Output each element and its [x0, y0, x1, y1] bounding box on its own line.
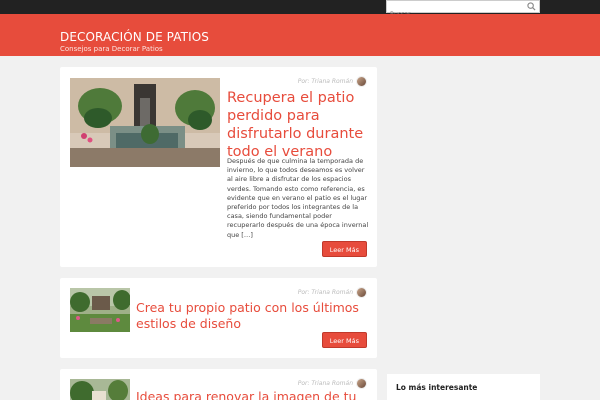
site-header: DECORACIÓN DE PATIOS Consejos para Decor… [0, 14, 600, 56]
read-more-button[interactable]: Leer Más [321, 332, 367, 348]
site-title[interactable]: DECORACIÓN DE PATIOS [60, 30, 209, 44]
post-title[interactable]: Ideas para renovar la imagen de tu [136, 389, 366, 400]
post-thumbnail[interactable] [70, 379, 130, 400]
post-meta: Por: Triana Román [298, 76, 367, 87]
author-avatar [356, 287, 367, 298]
post-meta: Por: Triana Román [298, 378, 367, 389]
post-card: Por: Triana Román Ideas para renovar la … [60, 369, 377, 400]
post-card: Por: Triana Román Crea tu propio patio c… [60, 278, 377, 358]
read-more-button[interactable]: Leer Más [321, 241, 367, 257]
post-title[interactable]: Recupera el patio perdido para disfrutar… [227, 89, 369, 161]
site-tagline: Consejos para Decorar Patios [60, 45, 163, 53]
author-avatar [356, 378, 367, 389]
post-meta: Por: Triana Román [298, 287, 367, 298]
sidebar-widget: Lo más interesante [387, 374, 540, 400]
post-excerpt: Después de que culmina la temporada de i… [227, 157, 369, 239]
post-author[interactable]: Por: Triana Román [298, 289, 353, 296]
widget-title: Lo más interesante [396, 383, 478, 392]
post-thumbnail[interactable] [70, 288, 130, 332]
post-title[interactable]: Crea tu propio patio con los últimos est… [136, 300, 366, 331]
author-avatar [356, 76, 367, 87]
post-author[interactable]: Por: Triana Román [298, 78, 353, 85]
post-author[interactable]: Por: Triana Román [298, 380, 353, 387]
search-box[interactable] [386, 0, 540, 20]
post-card: Por: Triana Román Recupera el patio perd… [60, 67, 377, 267]
post-thumbnail[interactable] [70, 78, 220, 167]
magnifier-icon[interactable] [527, 2, 536, 11]
